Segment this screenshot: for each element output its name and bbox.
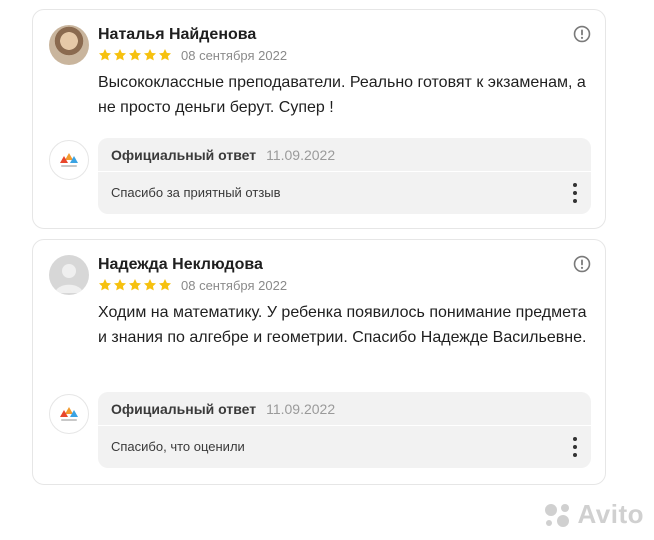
reply-divider [98, 171, 591, 172]
review-card: Наталья Найденова 08 сентября 2022 Высок… [32, 9, 606, 229]
reply-header: Официальный ответ 11.09.2022 [111, 147, 335, 163]
review-meta: 08 сентября 2022 [98, 277, 288, 293]
reply-title: Официальный ответ [111, 147, 257, 163]
reply-divider [98, 425, 591, 426]
rating-stars [98, 48, 172, 62]
official-reply: Официальный ответ 11.09.2022 Спасибо за … [98, 138, 591, 214]
reply-title: Официальный ответ [111, 401, 257, 417]
review-date: 08 сентября 2022 [181, 47, 288, 63]
reply-date: 11.09.2022 [266, 401, 336, 417]
star-icon [98, 279, 112, 291]
review-text: Ходим на математику. У ребенка появилось… [98, 304, 587, 346]
author-name[interactable]: Наталья Найденова [98, 26, 256, 44]
reply-text: Спасибо, что оценили [111, 439, 245, 454]
reply-date: 11.09.2022 [266, 147, 336, 163]
review-card: Надежда Неклюдова 08 сентября 2022 Ходим… [32, 239, 606, 485]
star-icon [113, 279, 127, 291]
rating-stars [98, 278, 172, 292]
avito-logo-icon [545, 503, 570, 527]
watermark-text: Avito [577, 499, 644, 529]
official-reply: Официальный ответ 11.09.2022 Спасибо, чт… [98, 392, 591, 468]
star-icon [143, 279, 157, 291]
star-icon [113, 49, 127, 61]
star-icon [128, 279, 142, 291]
star-icon [158, 279, 172, 291]
author-avatar[interactable] [49, 25, 89, 65]
review-meta: 08 сентября 2022 [98, 47, 288, 63]
info-circle-icon[interactable] [573, 255, 591, 273]
author-avatar[interactable] [49, 255, 89, 295]
reply-text: Спасибо за приятный отзыв [111, 185, 281, 200]
star-icon [143, 49, 157, 61]
star-icon [128, 49, 142, 61]
info-circle-icon[interactable] [573, 25, 591, 43]
avito-watermark: Avito [543, 499, 644, 530]
star-icon [98, 49, 112, 61]
review-date: 08 сентября 2022 [181, 277, 288, 293]
org-logo-icon [49, 394, 89, 434]
more-vertical-icon[interactable] [571, 437, 579, 457]
reply-header: Официальный ответ 11.09.2022 [111, 401, 335, 417]
org-logo-icon [49, 140, 89, 180]
star-icon [158, 49, 172, 61]
more-vertical-icon[interactable] [571, 183, 579, 203]
review-text: Высококлассные преподаватели. Реально го… [98, 74, 586, 116]
author-name[interactable]: Надежда Неклюдова [98, 256, 263, 274]
